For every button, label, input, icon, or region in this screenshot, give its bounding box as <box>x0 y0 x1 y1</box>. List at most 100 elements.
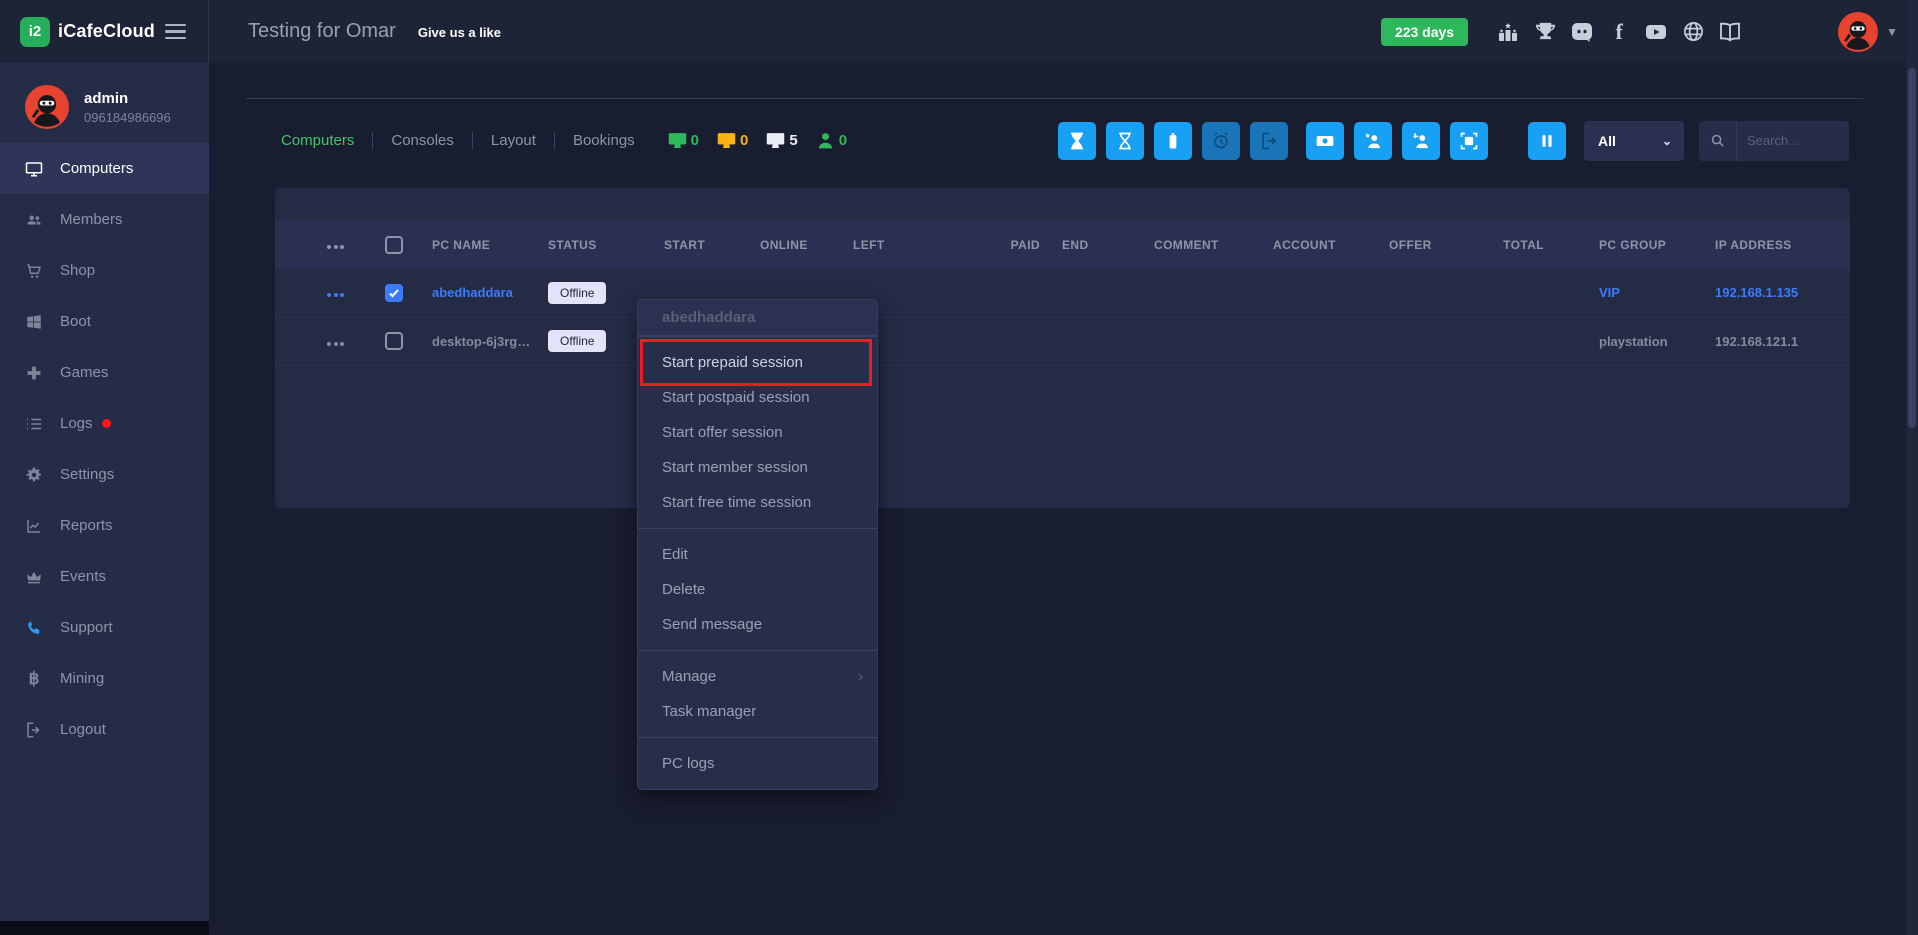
sidebar-item-computers[interactable]: Computers <box>0 143 209 194</box>
ranking-icon[interactable] <box>1496 20 1520 44</box>
user-menu[interactable]: ▼ <box>1838 11 1898 52</box>
ip-address[interactable]: 192.168.1.135 <box>1715 285 1798 300</box>
menu-item-delete[interactable]: Delete <box>638 572 877 607</box>
add-member-star-button[interactable] <box>1354 121 1392 160</box>
menu-item-start-member-session[interactable]: Start member session <box>638 450 877 485</box>
status-counters: 0 0 5 0 <box>667 130 847 151</box>
status-badge: Offline <box>548 330 607 352</box>
sidebar-item-logout[interactable]: Logout <box>0 704 209 755</box>
member-buttons-group <box>1306 121 1488 160</box>
pc-context-menu: abedhaddara Start prepaid session Start … <box>637 299 878 790</box>
cafe-name: Testing for Omar <box>248 20 396 42</box>
facebook-icon[interactable]: f <box>1607 19 1631 44</box>
menu-item-edit[interactable]: Edit <box>638 537 877 572</box>
menu-item-pc-logs[interactable]: PC logs <box>638 746 877 781</box>
menu-item-task-manager[interactable]: Task manager <box>638 694 877 729</box>
sidebar-item-members[interactable]: Members <box>0 194 209 245</box>
give-us-a-like-link[interactable]: Give us a like <box>418 25 501 40</box>
chart-icon <box>25 517 43 535</box>
search-box <box>1699 120 1849 161</box>
pc-name-link[interactable]: abedhaddara <box>432 285 513 300</box>
pc-name[interactable]: desktop-6j3rg… <box>432 334 530 349</box>
youtube-icon[interactable] <box>1644 20 1668 44</box>
gear-icon <box>25 466 43 484</box>
add-member-plus-button[interactable] <box>1402 121 1440 160</box>
monitor-orange-icon <box>717 133 736 148</box>
monitor-green-icon <box>668 133 686 148</box>
table-header-row: PC NAME STATUS START ONLINE LEFT PAID EN… <box>275 221 1850 269</box>
menu-item-start-offer-session[interactable]: Start offer session <box>638 415 877 450</box>
sidebar-item-games[interactable]: Games <box>0 347 209 398</box>
sidebar: admin 096184986696 Computers Members Sho… <box>0 63 209 935</box>
bulk-actions-icon[interactable] <box>327 245 344 249</box>
tab-computers[interactable]: Computers <box>263 132 374 149</box>
monitor-white-icon <box>767 133 785 148</box>
session-actions-section: Start prepaid session Start postpaid ses… <box>638 336 877 528</box>
sidebar-item-reports[interactable]: Reports <box>0 500 209 551</box>
filter-dropdown[interactable]: All ⌄ <box>1584 120 1684 161</box>
toolbar: Computers Consoles Layout Bookings 0 0 5… <box>246 98 1863 182</box>
menu-item-start-free-time-session[interactable]: Start free time session <box>638 485 877 520</box>
sidebar-item-shop[interactable]: Shop <box>0 245 209 296</box>
page-scrollbar[interactable] <box>1906 0 1918 935</box>
ip-address: 192.168.121.1 <box>1715 333 1799 349</box>
hourglass-filled-button[interactable] <box>1058 121 1096 160</box>
search-icon <box>1699 120 1737 161</box>
submenu-arrow-icon: › <box>858 668 863 685</box>
crown-icon <box>25 568 43 586</box>
user-green-icon <box>818 133 832 149</box>
search-input[interactable] <box>1737 133 1837 148</box>
sidebar-item-settings[interactable]: Settings <box>0 449 209 500</box>
docs-book-icon[interactable] <box>1718 20 1742 44</box>
sidebar-item-boot[interactable]: Boot <box>0 296 209 347</box>
menu-item-manage[interactable]: Manage › <box>638 659 877 694</box>
battery-button[interactable] <box>1154 121 1192 160</box>
menu-item-send-message[interactable]: Send message <box>638 607 877 642</box>
brand-name: iCafeCloud <box>58 21 156 41</box>
main-content: Computers Consoles Layout Bookings 0 0 5… <box>209 63 1918 935</box>
pc-group-link[interactable]: VIP <box>1599 285 1620 300</box>
sidebar-nav: Computers Members Shop Boot Games Logs S… <box>0 143 209 755</box>
select-all-checkbox[interactable] <box>385 236 403 254</box>
alarm-button[interactable] <box>1202 121 1240 160</box>
tab-bookings[interactable]: Bookings <box>555 132 653 149</box>
tab-consoles[interactable]: Consoles <box>373 132 473 149</box>
cash-button[interactable] <box>1306 121 1344 160</box>
sidebar-toggle-button[interactable] <box>161 16 190 48</box>
counter-members-online: 0 <box>815 130 847 151</box>
row-checkbox[interactable] <box>385 332 403 350</box>
discord-icon[interactable] <box>1570 20 1594 44</box>
screen-box-button[interactable] <box>1450 121 1488 160</box>
row-actions-icon[interactable] <box>327 341 344 346</box>
counter-pcs-total: 5 <box>765 130 798 151</box>
gamepad-icon <box>25 364 43 382</box>
view-tabs: Computers Consoles Layout Bookings <box>263 132 653 149</box>
counter-pcs-warning: 0 <box>716 130 748 151</box>
topbar-right: 223 days f ▼ <box>1380 11 1898 52</box>
sidebar-item-events[interactable]: Events <box>0 551 209 602</box>
phone-icon <box>25 619 43 637</box>
pause-button[interactable] <box>1528 121 1566 160</box>
chevron-down-icon: ⌄ <box>1661 133 1672 148</box>
hourglass-outline-button[interactable] <box>1106 121 1144 160</box>
admin-phone: 096184986696 <box>84 109 171 125</box>
admin-username: admin <box>84 89 129 107</box>
scrollbar-thumb[interactable] <box>1908 68 1916 428</box>
tab-layout[interactable]: Layout <box>473 132 555 149</box>
menu-item-start-prepaid-session[interactable]: Start prepaid session <box>638 345 877 380</box>
days-remaining-button[interactable]: 223 days <box>1380 17 1469 46</box>
globe-icon[interactable] <box>1681 20 1705 44</box>
sidebar-item-logs[interactable]: Logs <box>0 398 209 449</box>
sign-out-button[interactable] <box>1250 121 1288 160</box>
logs-actions-section: PC logs <box>638 737 877 789</box>
menu-item-start-postpaid-session[interactable]: Start postpaid session <box>638 380 877 415</box>
sidebar-item-support[interactable]: Support <box>0 602 209 653</box>
counter-pcs-in-use: 0 <box>667 130 699 151</box>
windows-icon <box>25 313 43 331</box>
row-checkbox[interactable] <box>385 283 403 302</box>
row-actions-icon[interactable] <box>327 293 344 298</box>
sidebar-item-mining[interactable]: ฿ Mining <box>0 653 209 704</box>
edit-actions-section: Edit Delete Send message <box>638 528 877 650</box>
monitor-icon <box>25 160 43 178</box>
trophy-icon[interactable] <box>1533 20 1557 44</box>
